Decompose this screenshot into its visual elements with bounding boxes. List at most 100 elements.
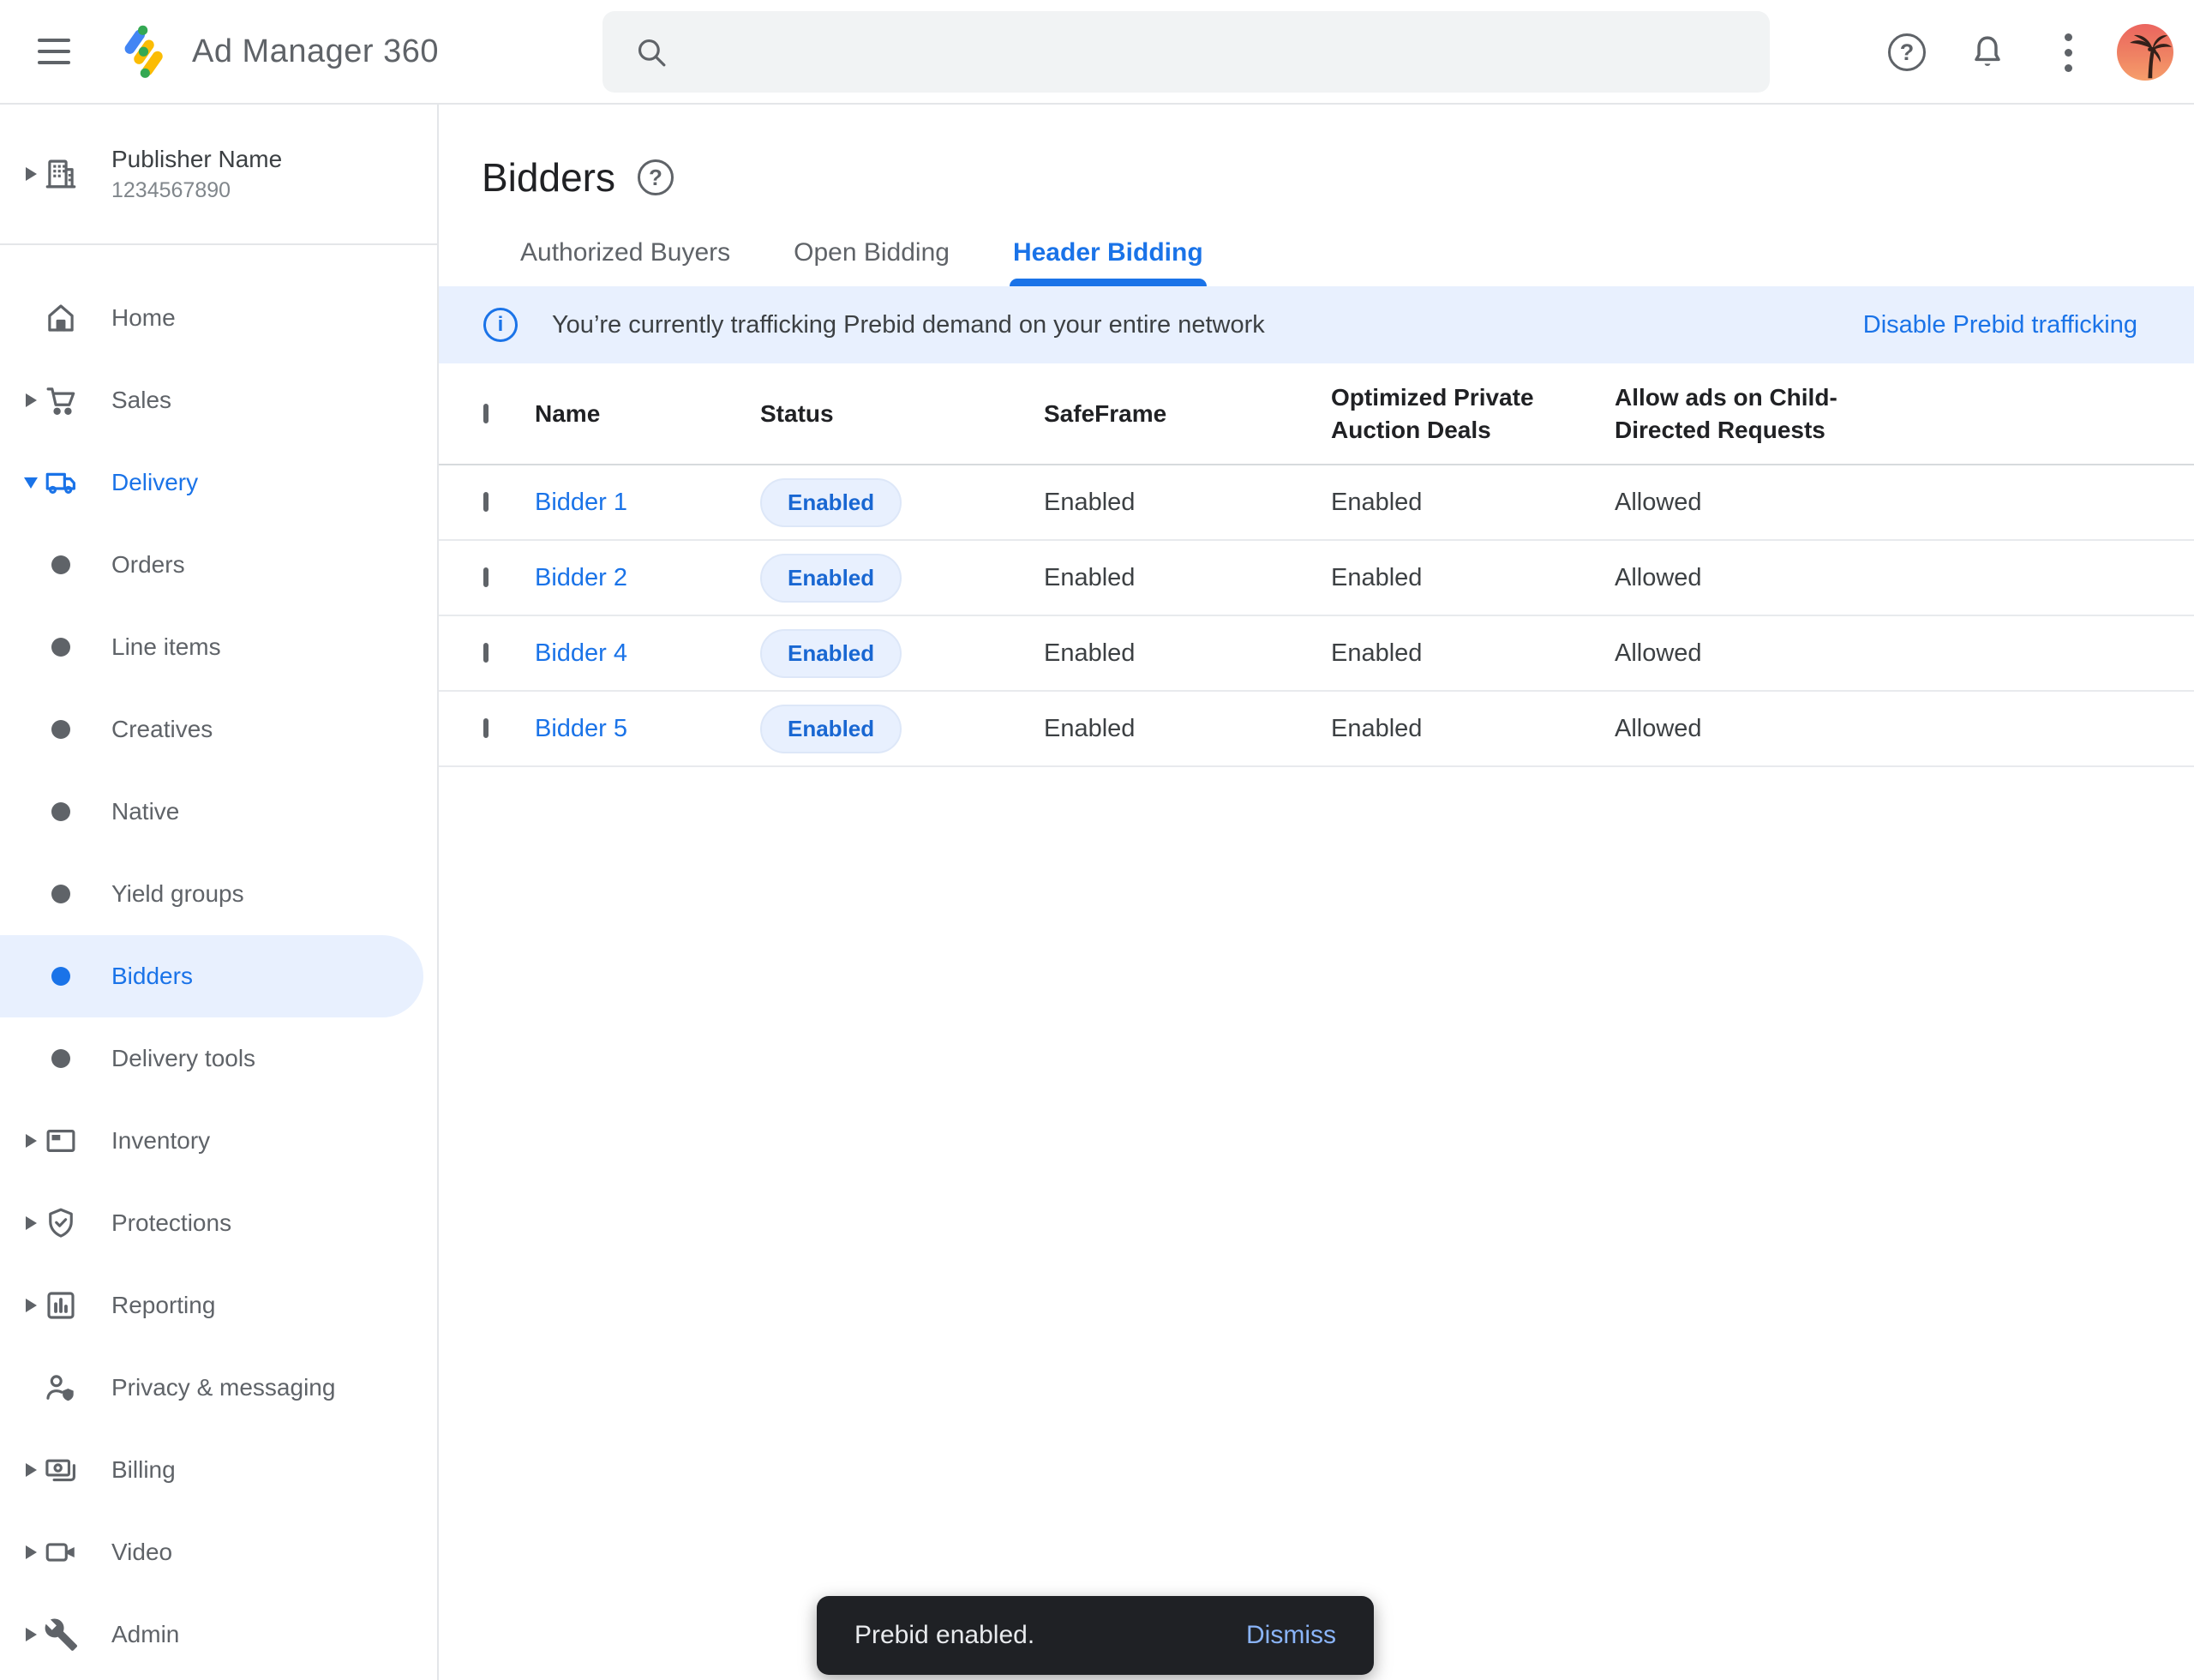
- search-bar[interactable]: [602, 11, 1770, 93]
- status-badge: Enabled: [760, 705, 902, 753]
- more-options-button[interactable]: [2028, 12, 2108, 93]
- prebid-info-banner: i You’re currently trafficking Prebid de…: [439, 286, 2194, 363]
- bullet-icon: [43, 967, 79, 986]
- sidebar-item-native[interactable]: Native: [0, 771, 437, 853]
- bell-icon: [1968, 33, 2007, 72]
- column-header-safeframe: SafeFrame: [1044, 398, 1331, 430]
- page-title: Bidders: [482, 154, 615, 201]
- status-badge: Enabled: [760, 554, 902, 603]
- tab-header-bidding[interactable]: Header Bidding: [1010, 238, 1207, 286]
- sidebar-item-billing[interactable]: Billing: [0, 1429, 437, 1511]
- toast-message: Prebid enabled.: [854, 1621, 1034, 1650]
- expand-caret-icon: [19, 1463, 43, 1477]
- sidebar-item-delivery[interactable]: Delivery: [0, 441, 437, 524]
- column-header-name: Name: [535, 398, 760, 430]
- banner-message: You’re currently trafficking Prebid dema…: [552, 311, 1265, 339]
- bidder-name-link[interactable]: Bidder 1: [535, 489, 760, 517]
- bar-chart-icon: [43, 1287, 79, 1323]
- private-auction-value: Enabled: [1331, 564, 1615, 592]
- sidebar-item-orders[interactable]: Orders: [0, 524, 437, 606]
- bullet-icon: [43, 555, 79, 574]
- expand-caret-icon: [19, 1216, 43, 1230]
- child-directed-value: Allowed: [1615, 715, 2194, 743]
- expand-caret-icon: [19, 1628, 43, 1641]
- child-directed-value: Allowed: [1615, 489, 2194, 517]
- sidebar-item-delivery-tools[interactable]: Delivery tools: [0, 1017, 437, 1100]
- shield-check-icon: [43, 1205, 79, 1241]
- select-all-checkbox[interactable]: [483, 404, 489, 423]
- palm-tree-icon: [2117, 24, 2173, 81]
- sidebar-item-admin[interactable]: Admin: [0, 1593, 437, 1676]
- sidebar-item-sales[interactable]: Sales: [0, 359, 437, 441]
- column-header-status: Status: [760, 398, 1044, 430]
- sidebar-item-line-items[interactable]: Line items: [0, 606, 437, 688]
- menu-icon[interactable]: [15, 13, 93, 90]
- expand-caret-icon: [19, 393, 43, 407]
- tab-open-bidding[interactable]: Open Bidding: [790, 238, 953, 286]
- row-checkbox[interactable]: [483, 567, 489, 587]
- sidebar-item-protections[interactable]: Protections: [0, 1182, 437, 1264]
- wrench-icon: [43, 1617, 79, 1653]
- building-icon: [43, 156, 79, 192]
- bullet-icon: [43, 802, 79, 821]
- truck-icon: [43, 465, 79, 501]
- kebab-icon: [2065, 33, 2072, 72]
- safeframe-value: Enabled: [1044, 489, 1331, 517]
- ad-unit-icon: [43, 1123, 79, 1159]
- row-checkbox[interactable]: [483, 643, 489, 663]
- table-header-row: Name Status SafeFrame Optimized Private …: [439, 363, 2194, 465]
- table-row: Bidder 2 Enabled Enabled Enabled Allowed: [439, 541, 2194, 616]
- snackbar-toast: Prebid enabled. Dismiss: [817, 1596, 1374, 1675]
- sidebar-item-bidders[interactable]: Bidders: [0, 935, 423, 1017]
- top-app-bar: Ad Manager 360 ?: [0, 0, 2194, 105]
- disable-prebid-trafficking-link[interactable]: Disable Prebid trafficking: [1863, 311, 2137, 339]
- sidebar-item-creatives[interactable]: Creatives: [0, 688, 437, 771]
- info-icon: i: [483, 308, 518, 342]
- table-row: Bidder 4 Enabled Enabled Enabled Allowed: [439, 616, 2194, 692]
- expand-caret-icon: [19, 1134, 43, 1148]
- main-content: Bidders ? Authorized Buyers Open Bidding…: [439, 105, 2194, 1680]
- notifications-button[interactable]: [1947, 12, 2028, 93]
- tab-authorized-buyers[interactable]: Authorized Buyers: [517, 238, 734, 286]
- search-input[interactable]: [669, 11, 1770, 93]
- sidebar-item-home[interactable]: Home: [0, 277, 437, 359]
- sidebar-item-yield-groups[interactable]: Yield groups: [0, 853, 437, 935]
- page-help-icon[interactable]: ?: [638, 159, 674, 195]
- row-checkbox[interactable]: [483, 718, 489, 738]
- app-title: Ad Manager 360: [192, 33, 439, 70]
- bullet-icon: [43, 720, 79, 739]
- sidebar-item-video[interactable]: Video: [0, 1511, 437, 1593]
- safeframe-value: Enabled: [1044, 564, 1331, 592]
- bidder-name-link[interactable]: Bidder 5: [535, 715, 760, 743]
- safeframe-value: Enabled: [1044, 639, 1331, 668]
- publisher-name: Publisher Name: [111, 146, 282, 173]
- status-badge: Enabled: [760, 478, 902, 527]
- publisher-network-id: 1234567890: [111, 178, 282, 203]
- expand-caret-icon: [19, 167, 43, 181]
- bullet-icon: [43, 638, 79, 657]
- ad-manager-logo-icon: [117, 24, 171, 79]
- search-icon: [633, 34, 669, 70]
- child-directed-value: Allowed: [1615, 639, 2194, 668]
- home-icon: [43, 300, 79, 336]
- safeframe-value: Enabled: [1044, 715, 1331, 743]
- tab-bar: Authorized Buyers Open Bidding Header Bi…: [439, 238, 2194, 286]
- bidder-name-link[interactable]: Bidder 2: [535, 564, 760, 592]
- private-auction-value: Enabled: [1331, 639, 1615, 668]
- bidder-name-link[interactable]: Bidder 4: [535, 639, 760, 668]
- status-badge: Enabled: [760, 629, 902, 678]
- private-auction-value: Enabled: [1331, 489, 1615, 517]
- sidebar-item-reporting[interactable]: Reporting: [0, 1264, 437, 1347]
- expand-caret-icon: [19, 1545, 43, 1559]
- sidebar-item-privacy-messaging[interactable]: Privacy & messaging: [0, 1347, 437, 1429]
- account-avatar[interactable]: [2117, 24, 2173, 81]
- row-checkbox[interactable]: [483, 492, 489, 512]
- videocam-icon: [43, 1534, 79, 1570]
- expand-caret-icon: [19, 1299, 43, 1312]
- help-button[interactable]: ?: [1867, 12, 1947, 93]
- sidebar-item-inventory[interactable]: Inventory: [0, 1100, 437, 1182]
- publisher-switcher[interactable]: Publisher Name 1234567890: [0, 105, 437, 243]
- dismiss-button[interactable]: Dismiss: [1246, 1621, 1336, 1650]
- table-row: Bidder 1 Enabled Enabled Enabled Allowed: [439, 465, 2194, 541]
- child-directed-value: Allowed: [1615, 564, 2194, 592]
